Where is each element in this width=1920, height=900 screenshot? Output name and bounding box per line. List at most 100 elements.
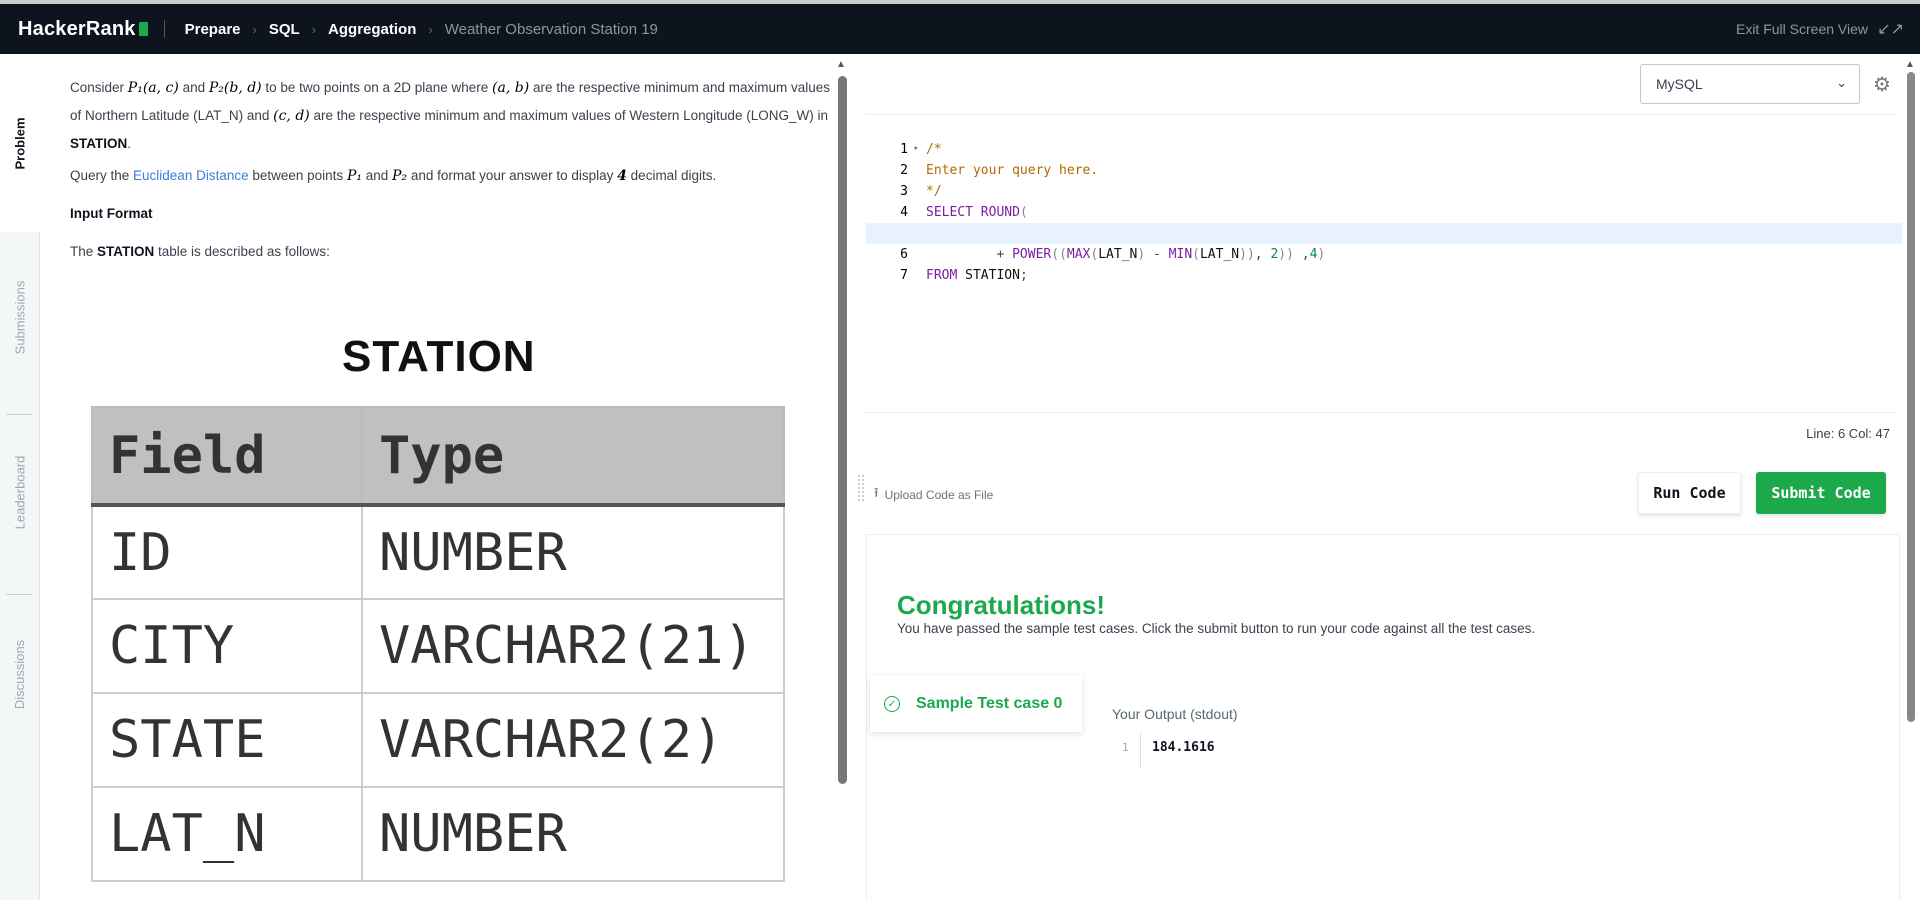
top-navigation-bar: HackerRank Prepare › SQL › Aggregation ›…: [0, 0, 1920, 54]
table-cell-type: NUMBER: [361, 786, 785, 882]
test-case-label: Sample Test case 0: [916, 695, 1063, 712]
breadcrumb-prepare[interactable]: Prepare: [185, 21, 241, 38]
tab-problem-label: Problem: [12, 116, 28, 170]
math-p2: P₂(b, d): [208, 80, 262, 96]
tab-divider: [6, 414, 32, 415]
tab-discussions-label: Discussions: [12, 639, 28, 709]
editor-bottom-border: [866, 412, 1896, 413]
tab-divider: [6, 594, 32, 595]
language-select-value: MySQL: [1656, 76, 1703, 92]
table-cell-type: VARCHAR2(21): [361, 598, 785, 694]
text: and: [178, 80, 209, 95]
resize-handle[interactable]: [858, 475, 864, 501]
column-header-type: Type: [361, 406, 785, 507]
cursor-position-status: Line: 6 Col: 47: [1806, 426, 1890, 441]
code-line: 5 SQRT( POWER((MAX(LONG_W) - MIN(LONG_W)…: [866, 202, 1902, 241]
code-line: 7 FROM STATION;: [866, 244, 1902, 283]
problem-paragraph-2: Query the Euclidean Distance between poi…: [70, 162, 835, 190]
table-description: The STATION table is described as follow…: [70, 238, 835, 266]
check-circle-icon: ✓: [884, 696, 900, 712]
euclidean-distance-link[interactable]: Euclidean Distance: [133, 168, 249, 183]
hackerrank-logo[interactable]: HackerRank: [18, 18, 148, 41]
exit-full-screen-link[interactable]: Exit Full Screen View: [1736, 21, 1868, 37]
problem-paragraph-1: Consider P₁(a, c) and P₂(b, d) to be two…: [70, 74, 835, 158]
text: are the respective minimum and maximum v…: [309, 108, 828, 123]
divider: [163, 20, 165, 38]
language-select[interactable]: MySQL ⌄: [1640, 64, 1860, 104]
math-p1: P₁: [346, 168, 362, 184]
math-ab: (a, b): [492, 80, 530, 96]
input-format-heading: Input Format: [70, 206, 153, 221]
table-row: CITY VARCHAR2(21): [91, 598, 785, 694]
upload-icon: ⭱: [874, 485, 879, 500]
table-cell-field: ID: [91, 504, 363, 600]
text: and format your answer to display: [407, 168, 618, 183]
table-header-row: Field Type: [91, 406, 785, 507]
logo-square-icon: [138, 22, 148, 36]
breadcrumb-current-page: Weather Observation Station 19: [444, 20, 658, 38]
breadcrumb-aggregation[interactable]: Aggregation: [328, 21, 416, 38]
code-line: 2 Enter your query here.: [866, 139, 1902, 178]
line-number: 7: [900, 268, 908, 283]
upload-code-button[interactable]: ⭱ Upload Code as File: [874, 484, 993, 506]
output-divider: [1140, 733, 1141, 769]
text: Consider: [70, 80, 128, 95]
station-schema-table: Field Type ID NUMBER CITY VARCHAR2(21) STA…: [91, 406, 785, 882]
problem-statement-pane: Consider P₁(a, c) and P₂(b, d) to be two…: [40, 54, 835, 900]
tab-submissions-label: Submissions: [12, 280, 28, 354]
table-cell-field: LAT_N: [91, 786, 363, 882]
math-four: 4: [617, 168, 627, 184]
submit-code-button[interactable]: Submit Code: [1756, 472, 1886, 514]
station-bold: STATION: [97, 244, 155, 259]
text: .: [127, 136, 132, 151]
code-line-active: 6 + POWER((MAX(LAT_N) - MIN(LAT_N)), 2))…: [866, 223, 1902, 262]
chevron-down-icon: ⌄: [1836, 75, 1847, 90]
output-line-number: 1: [1122, 741, 1129, 754]
text: The: [70, 244, 98, 259]
editor-scrollbar[interactable]: [1907, 72, 1915, 722]
output-label: Your Output (stdout): [1112, 706, 1238, 722]
breadcrumb-separator-icon: ›: [428, 21, 433, 37]
table-row: LAT_N NUMBER: [91, 786, 785, 882]
tab-leaderboard[interactable]: Leaderboard: [0, 432, 40, 552]
tab-discussions[interactable]: Discussions: [0, 614, 40, 734]
problem-side-tabs: Problem Submissions Leaderboard Discussi…: [0, 54, 40, 900]
congratulations-message: You have passed the sample test cases. C…: [897, 621, 1536, 636]
run-code-button[interactable]: Run Code: [1638, 472, 1741, 514]
table-row: ID NUMBER: [91, 504, 785, 600]
output-box: 1 184.1616: [1112, 733, 1215, 769]
table-cell-field: STATE: [91, 692, 363, 788]
gear-icon[interactable]: ⚙: [1873, 72, 1891, 97]
code-line: 1 ▾/*: [866, 118, 1902, 157]
code-editor[interactable]: 1 ▾/* 2 Enter your query here. 3 */ 4 SELECT…: [866, 118, 1902, 283]
math-p1: P₁(a, c): [127, 80, 179, 96]
station-table-title: STATION: [342, 332, 536, 381]
logo-text: HackerRank: [18, 17, 136, 40]
text: Query the: [70, 168, 134, 183]
breadcrumb-sql[interactable]: SQL: [269, 21, 300, 38]
code-line: 3 */: [866, 160, 1902, 199]
text: table is described as follows:: [154, 244, 330, 259]
tab-problem[interactable]: Problem: [0, 54, 40, 232]
upload-code-label: Upload Code as File: [884, 488, 994, 502]
scroll-up-arrow-icon[interactable]: ▲: [1905, 59, 1915, 70]
collapse-icon[interactable]: ↙↗: [1877, 19, 1904, 39]
breadcrumb-separator-icon: ›: [252, 21, 257, 37]
text: decimal digits.: [626, 168, 717, 183]
editor-top-border: [866, 114, 1898, 115]
station-bold: STATION: [70, 136, 128, 151]
tab-leaderboard-label: Leaderboard: [12, 455, 28, 529]
output-value: 184.1616: [1152, 740, 1215, 755]
text: to be two points on a 2D plane where: [261, 80, 493, 95]
breadcrumb-separator-icon: ›: [311, 21, 317, 37]
scroll-up-arrow-icon[interactable]: ▲: [836, 59, 846, 70]
table-cell-field: CITY: [91, 598, 363, 694]
table-cell-type: NUMBER: [361, 504, 785, 600]
table-row: STATE VARCHAR2(2): [91, 692, 785, 788]
table-cell-type: VARCHAR2(2): [361, 692, 785, 788]
math-p2: P₂: [392, 168, 408, 184]
sample-test-case-tab[interactable]: ✓ Sample Test case 0: [870, 676, 1082, 732]
tab-submissions[interactable]: Submissions: [0, 252, 40, 382]
problem-scrollbar[interactable]: [838, 76, 847, 784]
congratulations-heading: Congratulations!: [897, 590, 1105, 620]
